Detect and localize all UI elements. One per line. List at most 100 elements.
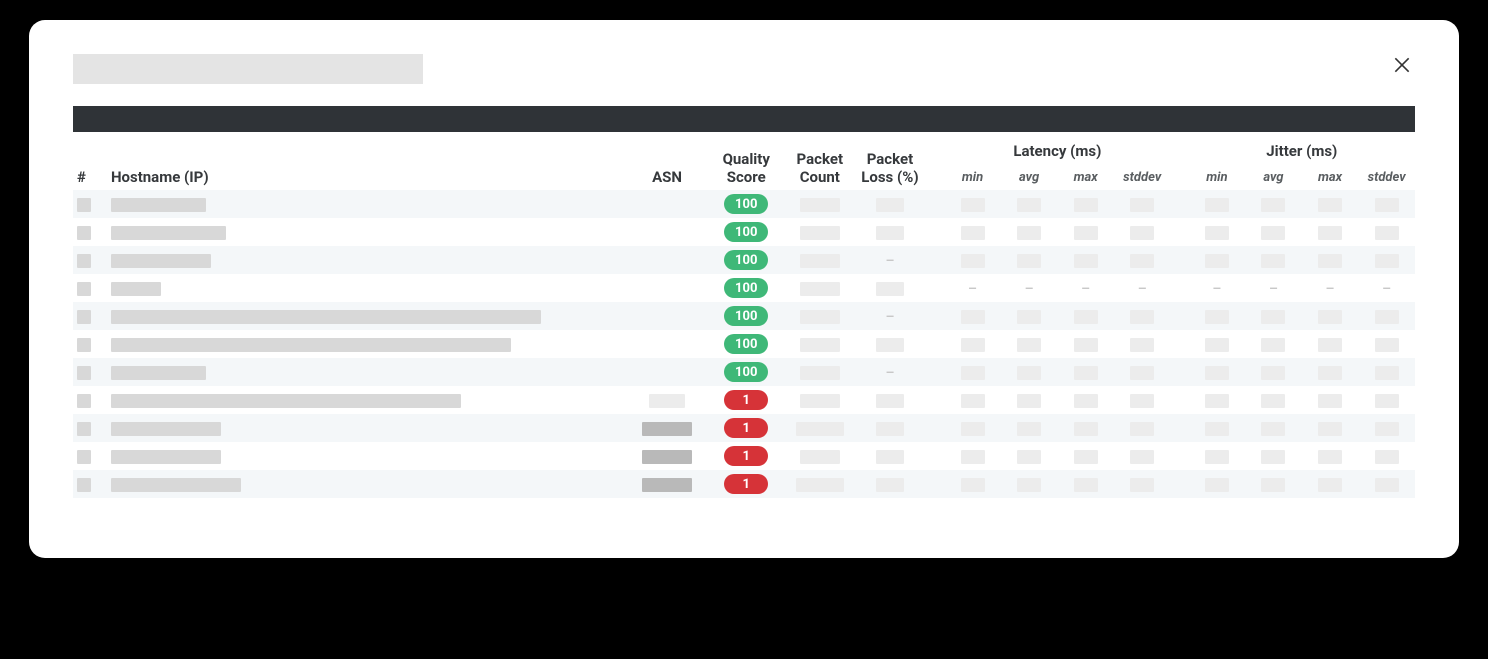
skeleton [1261, 394, 1285, 408]
skeleton [1375, 254, 1399, 268]
table-row: 100– [73, 302, 1415, 330]
cell-jit-max [1302, 358, 1359, 386]
col-ploss: Packet Loss (%) [854, 136, 926, 190]
col-hostname: Hostname (IP) [107, 136, 628, 190]
section-header-bar [73, 106, 1415, 132]
cell-lat-max [1057, 218, 1114, 246]
table-row: 1 [73, 414, 1415, 442]
cell-jit-min [1189, 442, 1246, 470]
skeleton [876, 422, 904, 436]
skeleton [1205, 254, 1229, 268]
skeleton [1130, 226, 1154, 240]
skeleton [1074, 310, 1098, 324]
cell-lat-max [1057, 246, 1114, 274]
cell-packet-count [786, 302, 854, 330]
skeleton [642, 478, 692, 492]
skeleton [77, 226, 91, 240]
cell-hostname [107, 386, 628, 414]
table-row: 1 [73, 386, 1415, 414]
cell-packet-count [786, 358, 854, 386]
close-button[interactable] [1389, 52, 1415, 78]
skeleton [111, 254, 211, 268]
dash-placeholder: – [1382, 281, 1391, 297]
skeleton [1205, 394, 1229, 408]
cell-lat-min [944, 470, 1001, 498]
cell-packet-loss [854, 330, 926, 358]
cell-asn [627, 190, 706, 218]
cell-packet-loss [854, 470, 926, 498]
skeleton [800, 394, 840, 408]
cell-lat-max [1057, 302, 1114, 330]
skeleton [111, 450, 221, 464]
cell-hostname [107, 218, 628, 246]
table-row: 1 [73, 470, 1415, 498]
cell-lat-stddev [1114, 218, 1171, 246]
skeleton [77, 422, 91, 436]
cell-lat-max [1057, 442, 1114, 470]
cell-jit-stddev: – [1358, 274, 1415, 302]
cell-lat-max [1057, 470, 1114, 498]
skeleton [1130, 450, 1154, 464]
col-jit-avg: avg [1245, 164, 1302, 190]
skeleton [961, 366, 985, 380]
skeleton [876, 394, 904, 408]
cell-packet-count [786, 330, 854, 358]
cell-hostname [107, 330, 628, 358]
quality-score-badge: 100 [724, 222, 768, 242]
cell-jit-max [1302, 246, 1359, 274]
cell-num [73, 302, 107, 330]
cell-asn [627, 246, 706, 274]
dash-placeholder: – [1269, 281, 1278, 297]
skeleton [1318, 338, 1342, 352]
skeleton [1375, 226, 1399, 240]
skeleton [1375, 422, 1399, 436]
cell-hostname [107, 442, 628, 470]
cell-jit-avg [1245, 470, 1302, 498]
cell-lat-avg [1001, 246, 1058, 274]
table-row: 100 [73, 218, 1415, 246]
skeleton [1375, 394, 1399, 408]
cell-quality: 1 [707, 414, 786, 442]
skeleton [1318, 478, 1342, 492]
skeleton [1074, 226, 1098, 240]
cell-lat-avg: – [1001, 274, 1058, 302]
cell-lat-max [1057, 358, 1114, 386]
skeleton [1318, 394, 1342, 408]
cell-lat-min: – [944, 274, 1001, 302]
skeleton [1205, 310, 1229, 324]
cell-quality: 100 [707, 358, 786, 386]
table-row: 100 [73, 190, 1415, 218]
cell-jit-max [1302, 470, 1359, 498]
cell-lat-stddev [1114, 302, 1171, 330]
dash-placeholder: – [885, 365, 894, 381]
skeleton [1375, 478, 1399, 492]
quality-score-badge: 100 [724, 334, 768, 354]
skeleton [1375, 198, 1399, 212]
skeleton [1205, 366, 1229, 380]
col-jit-stddev: stddev [1358, 164, 1415, 190]
skeleton [1205, 338, 1229, 352]
cell-lat-stddev [1114, 386, 1171, 414]
quality-score-badge: 100 [724, 306, 768, 326]
dash-placeholder: – [1138, 281, 1147, 297]
skeleton [1261, 366, 1285, 380]
gap [1170, 136, 1188, 190]
cell-lat-max [1057, 330, 1114, 358]
cell-quality: 100 [707, 246, 786, 274]
cell-jit-avg [1245, 190, 1302, 218]
cell-asn [627, 330, 706, 358]
skeleton [111, 478, 241, 492]
skeleton [1130, 254, 1154, 268]
cell-lat-max [1057, 386, 1114, 414]
skeleton [1205, 226, 1229, 240]
cell-jit-max [1302, 330, 1359, 358]
table-row: 100 – [73, 358, 1415, 386]
cell-hostname [107, 274, 628, 302]
skeleton [649, 394, 685, 408]
skeleton [77, 394, 91, 408]
cell-jit-stddev [1358, 330, 1415, 358]
cell-packet-loss: – [854, 246, 926, 274]
skeleton [1130, 198, 1154, 212]
cell-lat-avg [1001, 330, 1058, 358]
cell-packet-loss [854, 386, 926, 414]
